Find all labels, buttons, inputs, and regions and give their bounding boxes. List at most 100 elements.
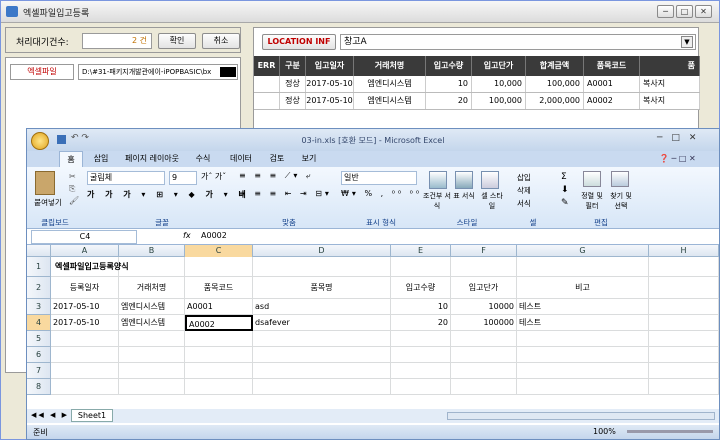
sheet-cell[interactable] (649, 299, 719, 315)
sheet-cell[interactable] (119, 331, 185, 347)
tab-insert[interactable]: 삽입 (89, 151, 113, 167)
row-header[interactable]: 2 (27, 277, 51, 299)
active-cell[interactable]: A0002 (185, 315, 253, 331)
sheet-cell[interactable]: 20 (391, 315, 451, 331)
grid-col-header[interactable]: 입고단가 (472, 56, 526, 76)
table-format-button[interactable]: 표 서식 (451, 191, 477, 201)
confirm-button[interactable]: 확인 (158, 33, 196, 49)
horizontal-scrollbar[interactable] (447, 412, 715, 420)
font-grow-icon[interactable]: 가ˆ 가ˇ (201, 171, 226, 182)
sheet-cell[interactable] (451, 347, 517, 363)
sheet-cell[interactable]: dsafever (253, 315, 391, 331)
sheet-cell[interactable]: 테스트 (517, 299, 649, 315)
row-header[interactable]: 3 (27, 299, 51, 315)
column-header[interactable]: G (517, 245, 649, 257)
sheet-cell[interactable]: 10 (391, 299, 451, 315)
sheet-cell[interactable] (119, 363, 185, 379)
tab-view[interactable]: 보기 (297, 151, 321, 167)
sheet-cell[interactable] (51, 379, 119, 395)
paste-icon[interactable] (35, 171, 55, 195)
sheet-cell[interactable] (649, 347, 719, 363)
sheet-cell[interactable] (649, 315, 719, 331)
sheet-cell[interactable] (391, 347, 451, 363)
row-header[interactable]: 5 (27, 331, 51, 347)
sheet-cell[interactable] (185, 347, 253, 363)
cell-style-button[interactable]: 셀 스타일 (479, 191, 505, 211)
sheet-cell[interactable] (391, 379, 451, 395)
worksheet[interactable]: 1 2 등록일자 거래처명 품목코드 품목명 입고수량 입고단가 비고 3 2017-05-10 엠엔… (27, 257, 719, 409)
sheet-cell[interactable]: 비고 (517, 277, 649, 299)
sheet-cell[interactable] (253, 257, 391, 277)
location-select[interactable]: 창고A ▼ (340, 34, 696, 50)
chevron-down-icon[interactable]: ▼ (681, 36, 693, 48)
autosum-icon[interactable]: Σ ⬇ ✎ (561, 171, 569, 210)
cancel-button[interactable]: 취소 (202, 33, 240, 49)
table-row[interactable]: 정상 2017-05-10 엠엔디시스템 10 10,000 100,000 A… (254, 76, 700, 93)
grid-col-header[interactable]: 합계금액 (526, 56, 584, 76)
sheet-cell[interactable] (185, 331, 253, 347)
column-header[interactable]: C (185, 245, 253, 257)
sort-filter-icon[interactable] (583, 171, 601, 187)
sheet-cell[interactable] (517, 257, 649, 277)
format-cells-button[interactable]: 서식 (517, 197, 531, 210)
select-all-corner[interactable] (27, 245, 51, 257)
row-header[interactable]: 6 (27, 347, 51, 363)
sheet-cell[interactable] (185, 257, 253, 277)
sheet-cell[interactable] (649, 277, 719, 299)
help-icon[interactable]: ❓ ─ □ ✕ (659, 154, 696, 163)
font-style-buttons[interactable]: 가 가 가 ▾ ⊞ ▾ ◆ 가 ▾ 내 (87, 189, 250, 200)
sheet-cell[interactable] (119, 347, 185, 363)
sheet-cell[interactable] (51, 331, 119, 347)
sheet-cell[interactable]: 품목명 (253, 277, 391, 299)
sheet-cell[interactable] (391, 363, 451, 379)
sheet-cell[interactable]: 2017-05-10 (51, 299, 119, 315)
insert-cells-button[interactable]: 삽입 (517, 171, 531, 184)
table-row[interactable]: 정상 2017-05-10 엠엔디시스템 20 100,000 2,000,00… (254, 93, 700, 110)
column-header[interactable]: F (451, 245, 517, 257)
number-format-select[interactable]: 일반 (341, 171, 417, 185)
conditional-format-button[interactable]: 조건부 서식 (423, 191, 451, 211)
sheet-cell[interactable] (391, 257, 451, 277)
column-header[interactable]: H (649, 245, 719, 257)
sheet-cell[interactable]: A0001 (185, 299, 253, 315)
delete-cells-button[interactable]: 삭제 (517, 184, 531, 197)
align-horizontal-icons[interactable]: ≡ ≡ ≡ ⇤ ⇥ ⊟▾ (239, 189, 332, 198)
sheet-cell[interactable]: asd (253, 299, 391, 315)
sheet-cell[interactable] (649, 379, 719, 395)
row-header[interactable]: 8 (27, 379, 51, 395)
sheet-cell[interactable] (451, 257, 517, 277)
sheet-cell[interactable]: 100000 (451, 315, 517, 331)
close-button[interactable]: ✕ (695, 5, 712, 18)
browse-button[interactable] (220, 67, 236, 77)
sheet-cell[interactable] (253, 363, 391, 379)
sheet-cell[interactable]: 엠엔디시스템 (119, 315, 185, 331)
file-path-field[interactable]: D:\#31-패키지개발관에이-iPOPBASIC\bx (78, 64, 238, 80)
sheet-cell[interactable] (51, 347, 119, 363)
sheet-cell[interactable]: 품목코드 (185, 277, 253, 299)
sheet-cell[interactable] (517, 331, 649, 347)
sheet-cell[interactable] (649, 257, 719, 277)
sheet-cell[interactable] (517, 379, 649, 395)
sheet-cell[interactable] (517, 363, 649, 379)
align-top-icons[interactable]: ≡ ≡ ≡ ⟋▾ ⤶ (239, 171, 313, 181)
conditional-format-icon[interactable] (429, 171, 447, 189)
grid-col-header[interactable]: 품 (640, 56, 700, 76)
grid-col-header[interactable]: 입고수량 (426, 56, 472, 76)
zoom-slider[interactable] (627, 430, 713, 433)
row-header[interactable]: 4 (27, 315, 51, 331)
tab-home[interactable]: 홈 (59, 151, 83, 167)
sheet-cell[interactable] (451, 379, 517, 395)
grid-col-header[interactable]: ERR (254, 56, 280, 76)
tab-formulas[interactable]: 수식 (191, 151, 215, 167)
minimize-button[interactable]: ─ (657, 5, 674, 18)
cell-style-icon[interactable] (481, 171, 499, 189)
sheet-cell[interactable]: 입고수량 (391, 277, 451, 299)
fx-icon[interactable]: fx (183, 231, 191, 240)
sheet-cell[interactable]: 등록일자 (51, 277, 119, 299)
tab-page-layout[interactable]: 페이지 레이아웃 (121, 151, 183, 167)
table-format-icon[interactable] (455, 171, 473, 189)
sheet-cell[interactable]: 10000 (451, 299, 517, 315)
find-icon[interactable] (611, 171, 629, 187)
grid-col-header[interactable]: 품목코드 (584, 56, 640, 76)
sheet-cell[interactable]: 입고단가 (451, 277, 517, 299)
